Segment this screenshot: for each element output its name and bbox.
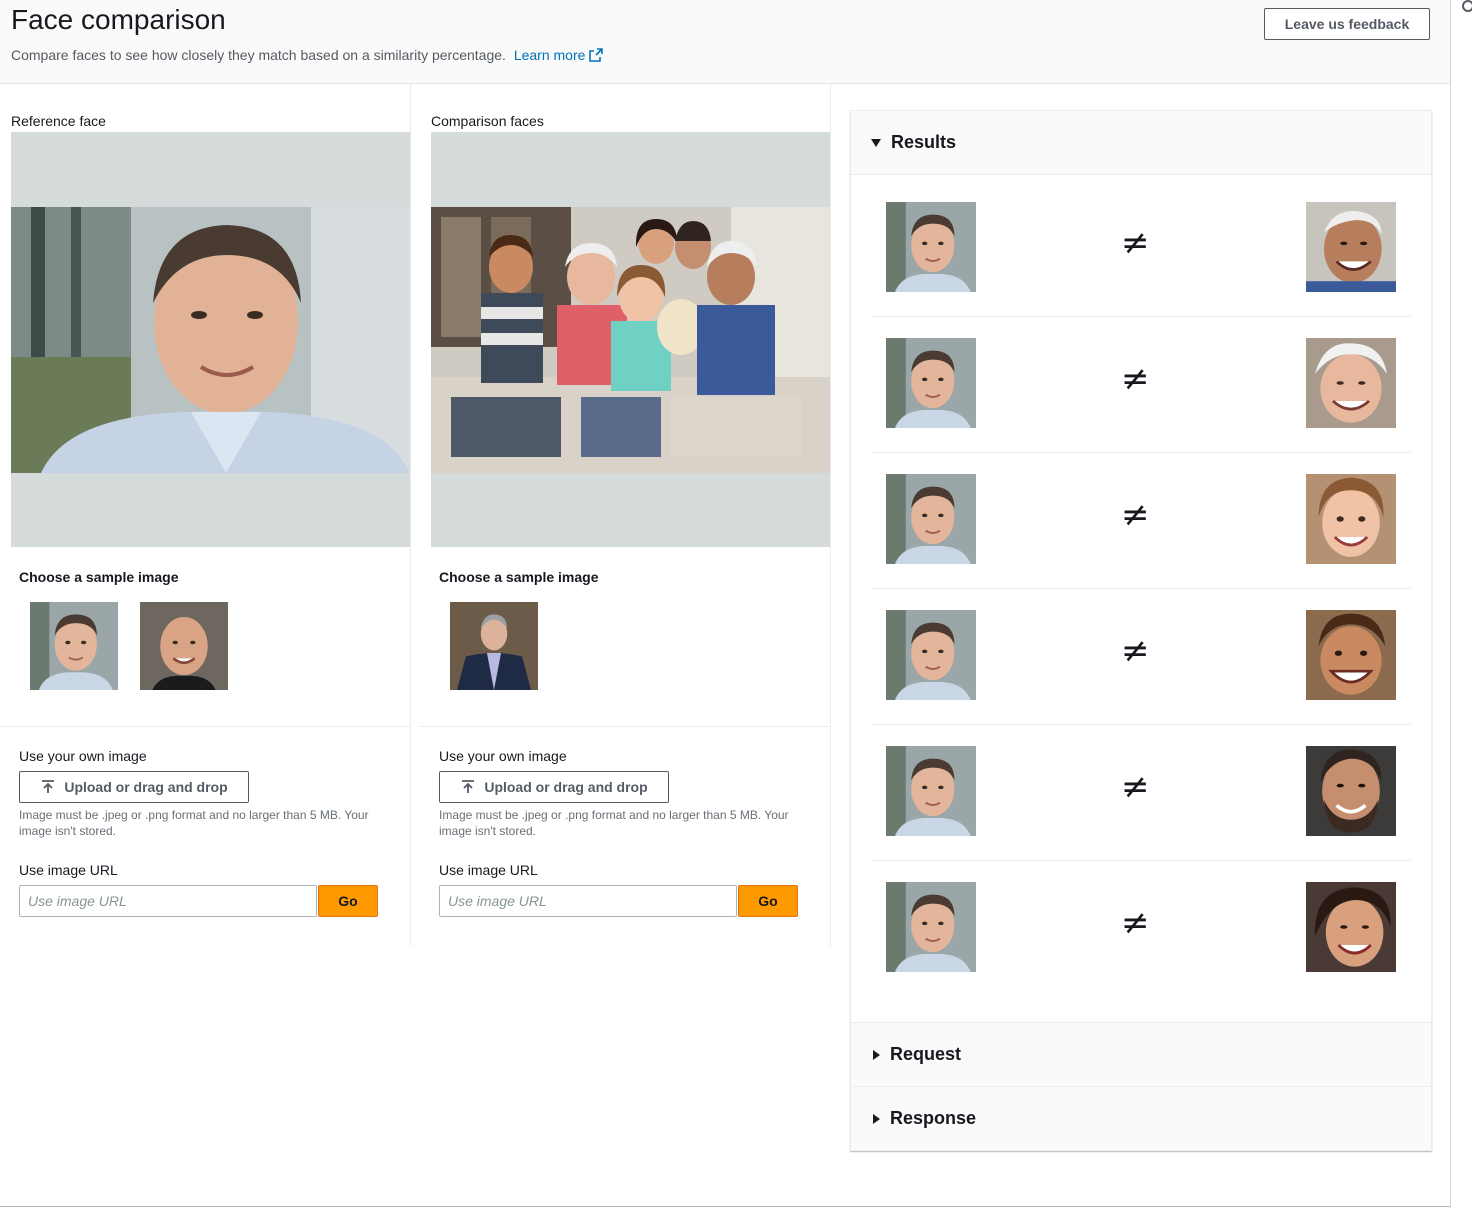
upload-icon	[462, 780, 475, 793]
comparison-face-thumb	[1306, 338, 1396, 428]
settings-icon[interactable]	[1462, 0, 1472, 12]
leave-feedback-button[interactable]: Leave us feedback	[1264, 8, 1430, 40]
response-section-header[interactable]: Response	[851, 1086, 1431, 1150]
reference-photo	[11, 207, 410, 473]
comparison-upload-label: Upload or drag and drop	[484, 779, 648, 795]
reference-upload-label: Upload or drag and drop	[64, 779, 228, 795]
comparison-face-thumb	[1306, 746, 1396, 836]
caret-right-icon	[873, 1113, 880, 1124]
comparison-upload-button[interactable]: Upload or drag and drop	[439, 771, 669, 803]
page-header: Face comparison Compare faces to see how…	[0, 0, 1450, 84]
result-row: ≠	[871, 453, 1411, 589]
result-row: ≠	[871, 589, 1411, 725]
reference-preview	[11, 132, 410, 547]
results-panel: Results ≠ ≠ ≠ ≠ ≠ ≠ Request Response	[850, 110, 1432, 1151]
comparison-divider	[420, 726, 831, 727]
learn-more-label: Learn more	[513, 47, 586, 63]
comparison-photo	[431, 207, 830, 473]
reference-divider	[0, 726, 411, 727]
reference-face-thumb	[886, 746, 976, 836]
caret-down-icon	[871, 138, 881, 147]
sample-thumb-man-suit[interactable]	[450, 602, 538, 690]
page-right-edge	[1450, 0, 1451, 1208]
reference-face-thumb	[886, 338, 976, 428]
result-row: ≠	[871, 181, 1411, 317]
results-section-header[interactable]: Results	[851, 111, 1431, 175]
request-section-header[interactable]: Request	[851, 1022, 1431, 1086]
reference-go-button[interactable]: Go	[318, 885, 378, 917]
not-equal-icon: ≠	[1121, 495, 1150, 535]
comparison-url-label: Use image URL	[439, 862, 538, 878]
comparison-face-thumb	[1306, 610, 1396, 700]
reference-upload-hint: Image must be .jpeg or .png format and n…	[19, 808, 369, 838]
comparison-face-thumb	[1306, 202, 1396, 292]
sample-thumb-man[interactable]	[30, 602, 118, 690]
comparison-own-image-label: Use your own image	[439, 748, 567, 764]
result-row: ≠	[871, 317, 1411, 453]
reference-sample-label: Choose a sample image	[19, 569, 179, 585]
comparison-upload-hint: Image must be .jpeg or .png format and n…	[439, 808, 789, 838]
learn-more-link[interactable]: Learn more	[514, 47, 604, 63]
comparison-column: Comparison faces Choose a sample image U…	[420, 84, 831, 946]
reference-sample-thumbs	[30, 602, 228, 690]
comparison-sample-thumbs	[450, 602, 538, 690]
not-equal-icon: ≠	[1121, 903, 1150, 943]
reference-face-thumb	[886, 610, 976, 700]
reference-url-label: Use image URL	[19, 862, 118, 878]
caret-right-icon	[873, 1049, 880, 1060]
reference-face-thumb	[886, 202, 976, 292]
reference-url-input[interactable]	[19, 885, 317, 917]
not-equal-icon: ≠	[1121, 631, 1150, 671]
comparison-preview	[431, 132, 830, 547]
sample-thumb-bald-man[interactable]	[140, 602, 228, 690]
external-link-icon	[589, 48, 604, 62]
reference-column: Reference face Choose a sample image Use…	[0, 84, 411, 946]
response-title: Response	[890, 1108, 977, 1128]
request-title: Request	[890, 1044, 962, 1064]
page-description: Compare faces to see how closely they ma…	[11, 47, 604, 63]
result-row: ≠	[871, 861, 1411, 997]
page-title: Face comparison	[11, 4, 226, 35]
results-title: Results	[891, 132, 957, 152]
not-equal-icon: ≠	[1121, 767, 1150, 807]
upload-icon	[42, 780, 55, 793]
comparison-go-button[interactable]: Go	[738, 885, 798, 917]
not-equal-icon: ≠	[1121, 223, 1150, 263]
description-text: Compare faces to see how closely they ma…	[11, 47, 506, 63]
not-equal-icon: ≠	[1121, 359, 1150, 399]
page-bottom-edge	[0, 1206, 1450, 1207]
reference-face-thumb	[886, 882, 976, 972]
comparison-face-thumb	[1306, 474, 1396, 564]
comparison-url-input[interactable]	[439, 885, 737, 917]
result-row: ≠	[871, 725, 1411, 861]
comparison-sample-label: Choose a sample image	[439, 569, 599, 585]
reference-upload-button[interactable]: Upload or drag and drop	[19, 771, 249, 803]
reference-own-image-label: Use your own image	[19, 748, 147, 764]
reference-face-label: Reference face	[11, 113, 106, 129]
reference-face-thumb	[886, 474, 976, 564]
comparison-faces-label: Comparison faces	[431, 113, 544, 129]
comparison-face-thumb	[1306, 882, 1396, 972]
